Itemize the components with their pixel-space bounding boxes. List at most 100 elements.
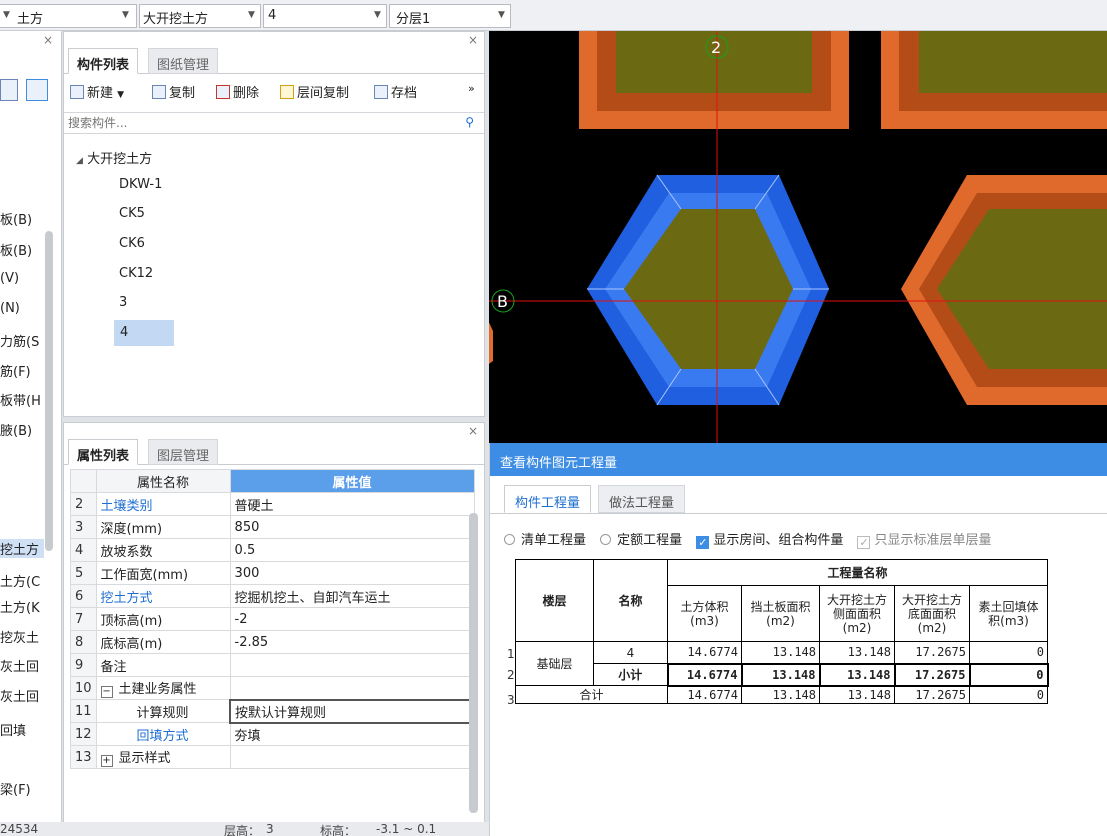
close-icon[interactable]: × bbox=[43, 33, 53, 47]
list-item[interactable]: 板带(H bbox=[0, 390, 41, 409]
search-box[interactable]: ⚲ bbox=[64, 112, 484, 134]
list-item[interactable]: 土方(K bbox=[0, 597, 40, 616]
delete-button[interactable]: 删除 bbox=[216, 82, 259, 104]
collapse-icon[interactable]: − bbox=[100, 686, 113, 698]
prop-value[interactable]: -2.85 bbox=[229, 630, 475, 654]
tab-property-list[interactable]: 属性列表 bbox=[68, 439, 139, 465]
pit-hex-selected[interactable] bbox=[587, 174, 829, 406]
radio-quota-quantity[interactable]: 定额工程量 bbox=[600, 533, 682, 548]
type-combo[interactable]: 大开挖土方 ▼ bbox=[139, 4, 261, 28]
list-item[interactable]: (V) bbox=[0, 271, 19, 286]
list-item[interactable]: 板(B) bbox=[0, 240, 32, 259]
tree-node[interactable]: DKW-1 bbox=[119, 177, 162, 192]
scrollbar[interactable] bbox=[45, 231, 53, 551]
prop-header-num bbox=[70, 469, 97, 493]
tree-node[interactable]: 3 bbox=[119, 295, 127, 310]
tab-method-quantity[interactable]: 做法工程量 bbox=[598, 485, 686, 513]
tab-component-quantity[interactable]: 构件工程量 bbox=[504, 485, 592, 513]
prop-value[interactable] bbox=[229, 745, 475, 769]
property-row[interactable]: 12 回填方式 夯填 bbox=[70, 722, 475, 746]
prop-name-text: 回填方式 bbox=[136, 728, 189, 744]
tab-layer-management[interactable]: 图层管理 bbox=[148, 439, 219, 465]
prop-value[interactable]: 挖掘机挖土、自卸汽车运土 bbox=[229, 584, 475, 608]
radio-icon bbox=[600, 534, 612, 545]
list-item[interactable]: (N) bbox=[0, 301, 20, 316]
tab-drawing-management[interactable]: 图纸管理 bbox=[148, 48, 219, 74]
property-row[interactable]: 7 顶标高(m) -2 bbox=[70, 607, 475, 631]
prop-value[interactable]: 夯填 bbox=[229, 722, 475, 746]
list-view-icon[interactable] bbox=[0, 79, 18, 101]
category-combo[interactable]: ▼ 土方 ▼ bbox=[0, 4, 137, 28]
property-panel: × 属性列表 图层管理 属性名称 属性值 2 土壤类别 普硬土 3 深度(mm) 850 4 放坡… bbox=[63, 422, 485, 836]
list-item[interactable]: 灰土回 bbox=[0, 686, 39, 705]
property-row[interactable]: 5 工作面宽(mm) 300 bbox=[70, 561, 475, 585]
search-input[interactable] bbox=[66, 114, 446, 132]
prop-value[interactable]: 0.5 bbox=[229, 538, 475, 562]
checkbox-standard-layer[interactable]: ✓ 只显示标准层单层量 bbox=[857, 533, 991, 549]
pit-left-edge[interactable] bbox=[489, 301, 493, 371]
list-item[interactable]: 筋(F) bbox=[0, 361, 31, 380]
cell-value: 13.148 bbox=[741, 641, 820, 664]
list-item[interactable]: 挖灰土 bbox=[0, 627, 39, 646]
list-item[interactable]: 力筋(S bbox=[0, 331, 39, 350]
property-row[interactable]: 13 + 显示样式 bbox=[70, 745, 475, 769]
delete-icon bbox=[216, 85, 230, 99]
grid-view-icon[interactable] bbox=[26, 79, 48, 101]
drawing-svg[interactable]: 2 B bbox=[489, 31, 1107, 443]
list-item[interactable]: 灰土回 bbox=[0, 656, 39, 675]
list-item[interactable]: 板(B) bbox=[0, 209, 32, 228]
prop-name: 挖土方式 bbox=[95, 584, 231, 608]
copy-button[interactable]: 复制 bbox=[152, 82, 195, 104]
close-icon[interactable]: × bbox=[468, 424, 478, 438]
search-icon[interactable]: ⚲ bbox=[465, 115, 474, 129]
property-row[interactable]: 2 土壤类别 普硬土 bbox=[70, 492, 475, 516]
close-icon[interactable]: × bbox=[468, 33, 478, 47]
property-row[interactable]: 10− 土建业务属性 bbox=[70, 676, 475, 700]
collapse-icon[interactable]: ◢ bbox=[76, 156, 83, 166]
tree-node[interactable]: CK12 bbox=[119, 266, 153, 281]
prop-value[interactable]: -2 bbox=[229, 607, 475, 631]
layer-copy-button[interactable]: 层间复制 bbox=[280, 82, 349, 104]
property-row[interactable]: 6 挖土方式 挖掘机挖土、自卸汽车运土 bbox=[70, 584, 475, 608]
more-tools-icon[interactable]: » bbox=[468, 82, 475, 104]
property-row[interactable]: 11 计算规则 按默认计算规则 bbox=[70, 698, 476, 724]
prop-value[interactable] bbox=[229, 653, 475, 677]
tab-component-list[interactable]: 构件列表 bbox=[68, 48, 139, 74]
tree-node[interactable]: CK5 bbox=[119, 206, 145, 221]
quantity-table: 楼层 名称 工程量名称 土方体积(m3) 挡土板面积(m2) 大开挖土方侧面面积… bbox=[515, 558, 1049, 704]
tree-node-selected[interactable]: 4 bbox=[114, 320, 174, 346]
save-icon bbox=[374, 85, 388, 99]
list-item[interactable]: 土方(C bbox=[0, 571, 40, 590]
drawing-canvas[interactable]: 2 B bbox=[489, 31, 1107, 443]
property-row[interactable]: 3 深度(mm) 850 bbox=[70, 515, 475, 539]
cell-value: 14.6774 bbox=[666, 662, 743, 687]
prop-value[interactable] bbox=[229, 676, 475, 700]
layer-combo[interactable]: 分层1 ▼ bbox=[389, 4, 511, 28]
row-number: 1 bbox=[507, 647, 515, 661]
property-row[interactable]: 8 底标高(m) -2.85 bbox=[70, 630, 475, 654]
component-combo[interactable]: 4 ▼ bbox=[263, 4, 387, 28]
prop-name-text: 放坡系数 bbox=[100, 544, 153, 560]
prop-name-text: 土壤类别 bbox=[100, 498, 153, 514]
prop-value[interactable]: 850 bbox=[229, 515, 475, 539]
list-item[interactable]: 梁(F) bbox=[0, 779, 31, 798]
new-button[interactable]: 新建 ▼ bbox=[70, 82, 124, 104]
property-row[interactable]: 9 备注 bbox=[70, 653, 475, 677]
radio-bill-quantity[interactable]: 清单工程量 bbox=[504, 533, 586, 548]
prop-value[interactable]: 300 bbox=[229, 561, 475, 585]
tree-node-root[interactable]: ◢ 大开挖土方 bbox=[76, 148, 152, 167]
list-item[interactable]: 挖土方 bbox=[0, 539, 44, 558]
pit-hex-right[interactable] bbox=[901, 175, 1107, 405]
prop-value[interactable]: 按默认计算规则 bbox=[229, 698, 476, 724]
tree-node[interactable]: CK6 bbox=[119, 236, 145, 251]
prop-value[interactable]: 普硬土 bbox=[229, 492, 475, 516]
expand-icon[interactable]: + bbox=[100, 755, 113, 767]
dialog-title[interactable]: 查看构件图元工程量 bbox=[490, 443, 1107, 476]
list-item[interactable]: 腋(B) bbox=[0, 420, 32, 439]
checkbox-show-rooms[interactable]: ✓ 显示房间、组合构件量 bbox=[696, 533, 843, 549]
list-item[interactable]: 回填 bbox=[0, 720, 26, 739]
scrollbar[interactable] bbox=[469, 513, 478, 813]
pit-top-right[interactable] bbox=[881, 31, 1107, 129]
save-button[interactable]: 存档 bbox=[374, 82, 417, 104]
property-row[interactable]: 4 放坡系数 0.5 bbox=[70, 538, 475, 562]
